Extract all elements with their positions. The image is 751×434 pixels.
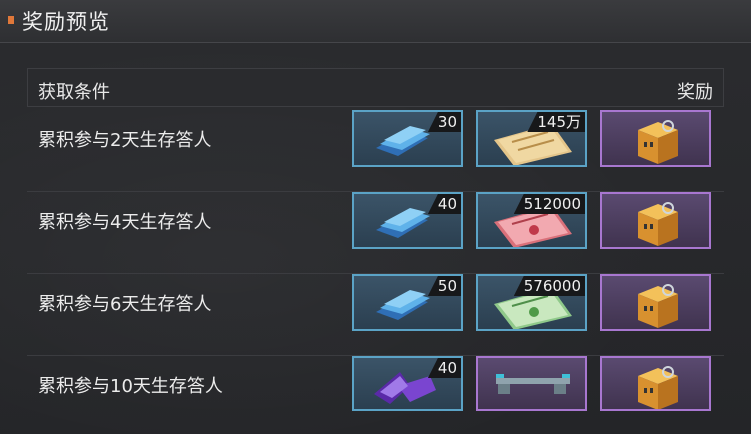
reward-slot[interactable] [600,274,711,331]
reward-slot[interactable]: 512000 [476,192,587,249]
condition-text: 累积参与10天生存答人 [38,376,223,397]
item-quantity: 512000 [513,194,585,214]
condition-text: 累积参与4天生存答人 [38,212,212,233]
reward-row: 累积参与4天生存答人 40 512000 [27,192,724,274]
reward-slot[interactable]: 40 [352,192,463,249]
blue-book-icon [376,126,430,156]
reward-column-header: 奖励 [677,82,713,103]
condition-text: 累积参与2天生存答人 [38,130,212,151]
item-quantity: 576000 [513,276,585,296]
condition-column-header: 获取条件 [38,82,110,103]
reward-slot[interactable]: 145万 [476,110,587,167]
reward-row: 累积参与10天生存答人 40 [27,356,724,434]
gold-box-icon [638,284,678,328]
reward-row: 累积参与2天生存答人 30 145万 [27,110,724,192]
condition-text: 累积参与6天生存答人 [38,294,212,315]
reward-slot[interactable]: 576000 [476,274,587,331]
title-bar: 奖励预览 [0,0,751,43]
gold-box-icon [638,202,678,246]
title-marker [8,16,14,24]
reward-slot[interactable] [476,356,587,411]
reward-row: 累积参与6天生存答人 50 576000 [27,274,724,356]
page-title: 奖励预览 [22,10,110,34]
reward-slot[interactable] [600,356,711,411]
reward-slot[interactable]: 50 [352,274,463,331]
gold-box-icon [638,366,678,409]
weapon-part-icon [496,374,570,394]
reward-slot[interactable] [600,192,711,249]
item-quantity: 145万 [527,112,585,132]
purple-book-icon [374,372,436,404]
blue-book-icon [376,290,430,320]
reward-slot[interactable]: 40 [352,356,463,411]
blue-book-icon [376,208,430,238]
table-header: 获取条件 奖励 [27,68,724,107]
reward-slot[interactable] [600,110,711,167]
gold-box-icon [638,120,678,164]
reward-slot[interactable]: 30 [352,110,463,167]
